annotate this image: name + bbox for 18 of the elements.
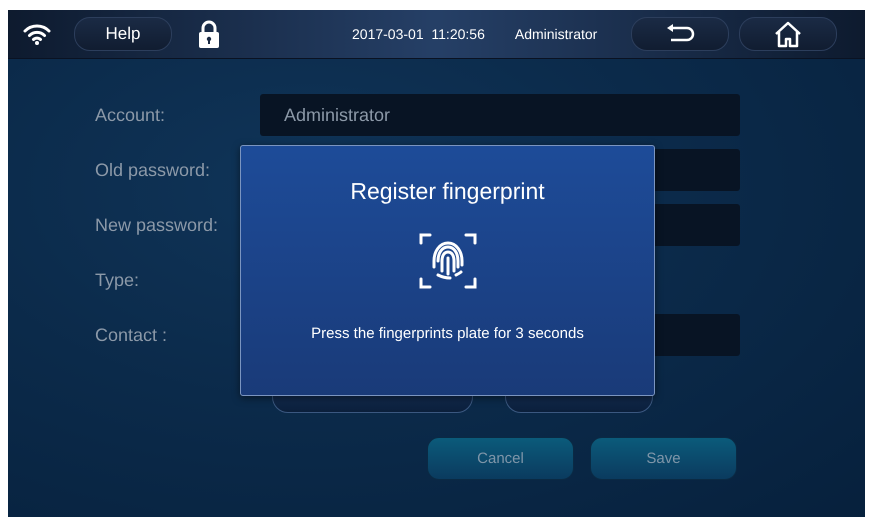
field-label: Old password: bbox=[95, 160, 212, 180]
dialog-title: Register fingerprint bbox=[350, 178, 545, 205]
home-button[interactable] bbox=[739, 17, 838, 51]
lock-icon[interactable] bbox=[198, 20, 220, 48]
field-label: Contact : bbox=[95, 324, 168, 346]
dialog-message: Press the fingerprints plate for 3 seconds bbox=[311, 325, 584, 342]
field-label: Type: bbox=[95, 270, 140, 290]
input-field[interactable]: Administrator bbox=[260, 94, 740, 136]
fingerprint-icon bbox=[418, 231, 478, 291]
user-name: Administrator bbox=[514, 26, 598, 42]
field-label: New password: bbox=[95, 214, 220, 236]
wifi-icon[interactable] bbox=[22, 22, 52, 46]
home-icon bbox=[773, 20, 804, 48]
help-button[interactable]: Help bbox=[74, 17, 172, 51]
field-label: Account: bbox=[95, 104, 166, 126]
back-button[interactable] bbox=[631, 17, 730, 51]
return-arrow-icon bbox=[665, 24, 696, 44]
datetime-text: 2017-03-01 11:20:56 bbox=[352, 26, 485, 42]
